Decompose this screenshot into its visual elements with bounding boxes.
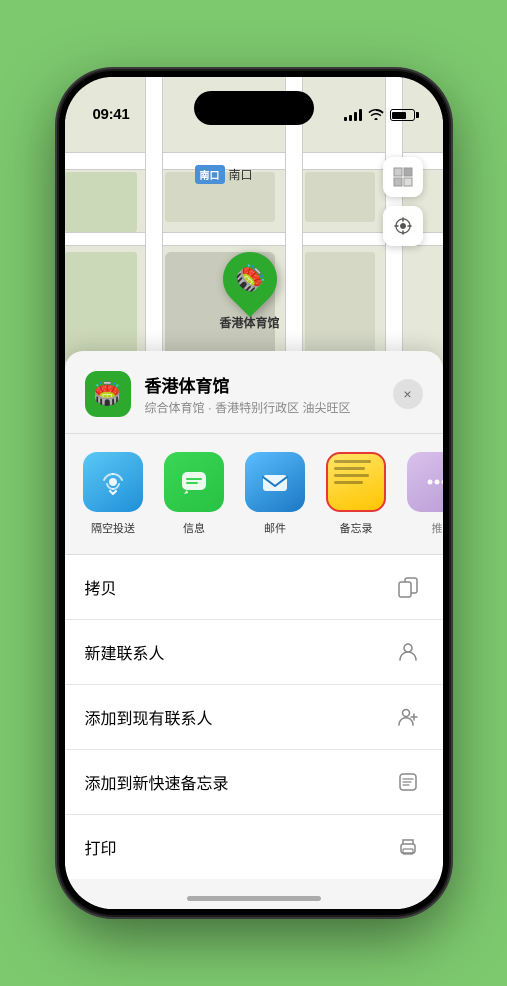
- memo-icon: [393, 767, 423, 797]
- phone-screen: 09:41: [65, 77, 443, 909]
- airdrop-icon: [83, 452, 143, 512]
- share-item-airdrop[interactable]: 隔空投送: [81, 452, 146, 536]
- mail-icon: [245, 452, 305, 512]
- south-entrance-label: 南口 南口: [195, 165, 253, 184]
- print-icon: [393, 832, 423, 862]
- more-label: 推: [432, 520, 443, 536]
- person-add-icon: [393, 702, 423, 732]
- map-controls: [383, 157, 423, 254]
- action-print[interactable]: 打印: [65, 815, 443, 879]
- location-button[interactable]: [383, 206, 423, 246]
- south-entrance-text: 南口: [229, 166, 253, 183]
- notes-label: 备忘录: [340, 520, 373, 536]
- dynamic-island: [194, 91, 314, 125]
- home-indicator: [187, 896, 321, 901]
- action-new-contact-label: 新建联系人: [85, 640, 165, 664]
- notes-icon: [326, 452, 386, 512]
- wifi-icon: [368, 107, 384, 123]
- share-item-mail[interactable]: 邮件: [243, 452, 308, 536]
- close-button[interactable]: ×: [393, 379, 423, 409]
- action-quick-note[interactable]: 添加到新快速备忘录: [65, 750, 443, 815]
- message-icon: [164, 452, 224, 512]
- action-add-existing[interactable]: 添加到现有联系人: [65, 685, 443, 750]
- place-info: 香港体育馆 综合体育馆 · 香港特别行政区 油尖旺区: [145, 372, 379, 416]
- bottom-sheet: 🏟️ 香港体育馆 综合体育馆 · 香港特别行政区 油尖旺区 ×: [65, 351, 443, 909]
- phone-frame: 09:41: [59, 71, 449, 915]
- south-entrance-box: 南口: [195, 165, 225, 184]
- message-label: 信息: [183, 520, 205, 536]
- more-icon: [407, 452, 443, 512]
- status-icons: [344, 107, 415, 123]
- share-row: 隔空投送 信息: [65, 434, 443, 555]
- action-print-label: 打印: [85, 835, 117, 859]
- action-add-existing-label: 添加到现有联系人: [85, 705, 213, 729]
- battery-icon: [390, 109, 415, 121]
- share-item-message[interactable]: 信息: [162, 452, 227, 536]
- action-new-contact[interactable]: 新建联系人: [65, 620, 443, 685]
- person-icon: [393, 637, 423, 667]
- stadium-marker: 🏟️ 香港体育馆: [220, 252, 280, 331]
- mail-label: 邮件: [264, 520, 286, 536]
- place-subtitle: 综合体育馆 · 香港特别行政区 油尖旺区: [145, 399, 379, 416]
- airdrop-label: 隔空投送: [91, 520, 135, 536]
- place-header: 🏟️ 香港体育馆 综合体育馆 · 香港特别行政区 油尖旺区 ×: [65, 371, 443, 434]
- action-quick-note-label: 添加到新快速备忘录: [85, 770, 229, 794]
- signal-icon: [344, 109, 362, 121]
- close-icon: ×: [403, 386, 411, 402]
- share-item-more[interactable]: 推: [405, 452, 443, 536]
- place-name: 香港体育馆: [145, 372, 379, 397]
- place-icon: 🏟️: [85, 371, 131, 417]
- action-list: 拷贝 新建联系人: [65, 555, 443, 879]
- action-copy[interactable]: 拷贝: [65, 555, 443, 620]
- map-type-button[interactable]: [383, 157, 423, 197]
- copy-icon: [393, 572, 423, 602]
- share-item-notes[interactable]: 备忘录: [324, 452, 389, 536]
- action-copy-label: 拷贝: [85, 575, 117, 599]
- status-time: 09:41: [93, 106, 130, 123]
